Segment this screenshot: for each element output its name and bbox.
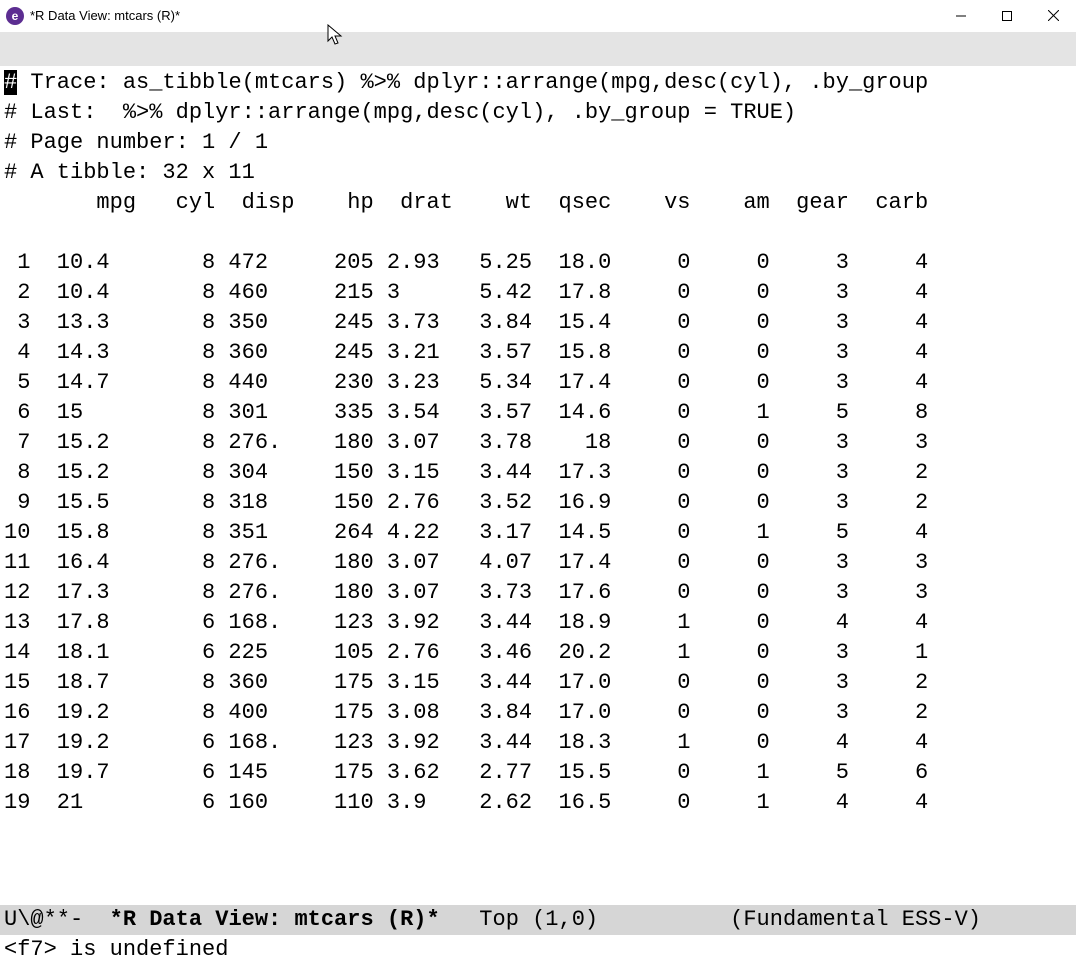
modeline-position: Top (1,0): [440, 907, 730, 932]
title-bar: e *R Data View: mtcars (R)*: [0, 0, 1076, 32]
toolbar-strip: [0, 32, 1076, 66]
window-maximize-button[interactable]: [984, 0, 1030, 32]
modeline-major-mode: (Fundamental ESS-V): [730, 907, 981, 932]
window-close-button[interactable]: [1030, 0, 1076, 32]
echo-area[interactable]: <f7> is undefined: [0, 935, 1076, 965]
modeline-buffer-name: *R Data View: mtcars (R)*: [110, 907, 440, 932]
text-buffer[interactable]: # Trace: as_tibble(mtcars) %>% dplyr::ar…: [0, 66, 1076, 905]
modeline-flags: U\@**-: [4, 907, 110, 932]
mode-line[interactable]: U\@**- *R Data View: mtcars (R)* Top (1,…: [0, 905, 1076, 935]
window-title: *R Data View: mtcars (R)*: [30, 8, 180, 23]
emacs-icon: e: [6, 7, 24, 25]
window-minimize-button[interactable]: [938, 0, 984, 32]
